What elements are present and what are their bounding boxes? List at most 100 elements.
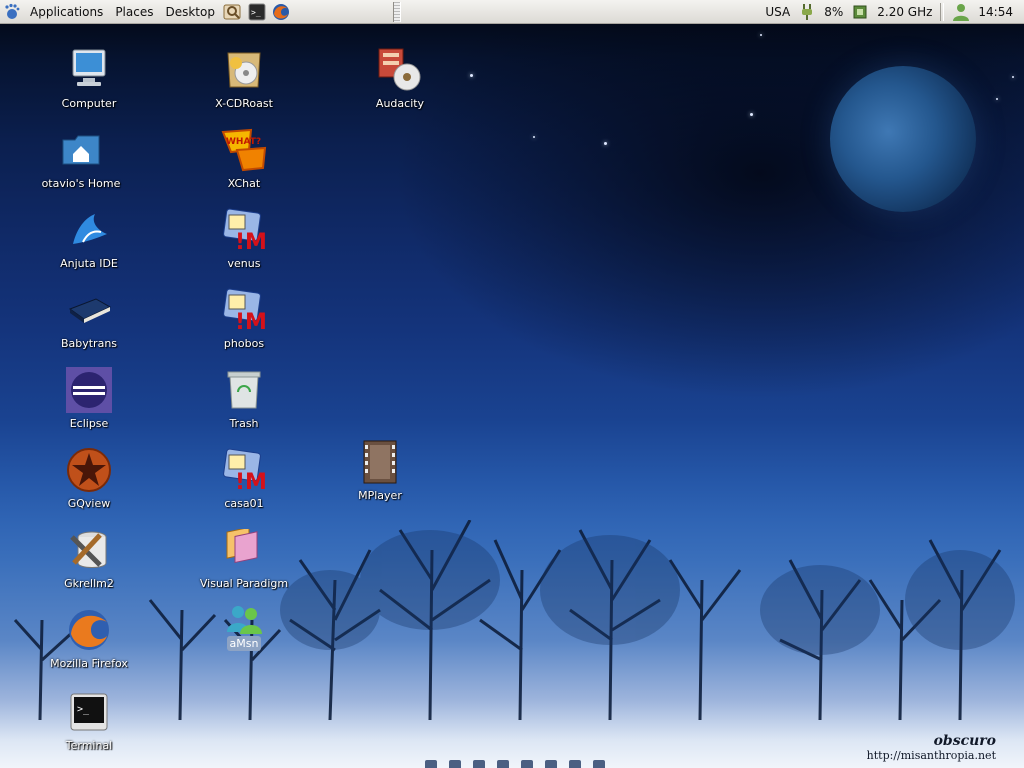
panel-left: Applications Places Desktop >_: [0, 0, 401, 23]
xchat-icon: WHAT?: [220, 126, 268, 174]
desktop-icon-label: Terminal: [65, 739, 113, 752]
star: [604, 142, 607, 145]
desktop-icon-label: aMsn: [226, 636, 262, 651]
terminal-icon: >_: [65, 688, 113, 736]
desktop-icon-audacity[interactable]: Audacity: [345, 46, 455, 111]
remote-desktop-icon: !M: [220, 286, 268, 334]
desktop-icon-label: Audacity: [375, 97, 425, 110]
cpu-frequency[interactable]: 2.20 GHz: [874, 5, 935, 19]
desktop-icon-eclipse[interactable]: Eclipse: [34, 366, 144, 431]
remote-desktop-icon: !M: [220, 206, 268, 254]
desktop-icon-label: Computer: [61, 97, 117, 110]
desktop-icon-label: Trash: [229, 417, 259, 430]
gkrellm-icon: [65, 526, 113, 574]
desktop-icon-label: casa01: [224, 497, 264, 510]
desktop-icon-label: phobos: [223, 337, 265, 350]
svg-text:!M: !M: [235, 230, 267, 253]
mplayer-icon: [356, 438, 404, 486]
desktop-icon-home[interactable]: otavio's Home: [26, 126, 136, 191]
anjuta-ide-icon: [65, 206, 113, 254]
star: [760, 34, 762, 36]
computer-icon: [65, 46, 113, 94]
battery-percentage[interactable]: 8%: [821, 5, 846, 19]
bottom-panel-tray: [425, 760, 665, 768]
desktop-icon-gkrellm[interactable]: Gkrellm2: [34, 526, 144, 591]
bottom-tray-icon[interactable]: [593, 760, 605, 768]
bottom-tray-icon[interactable]: [473, 760, 485, 768]
xcdroast-icon: [220, 46, 268, 94]
firefox-icon[interactable]: [271, 2, 291, 22]
bottom-tray-icon[interactable]: [545, 760, 557, 768]
amsn-icon: [220, 604, 268, 634]
star: [1012, 76, 1014, 78]
star: [533, 136, 535, 138]
star: [996, 98, 998, 100]
menu-desktop[interactable]: Desktop: [159, 1, 221, 23]
desktop-icon-terminal[interactable]: >_ Terminal: [34, 688, 144, 753]
svg-text:>_: >_: [251, 8, 261, 17]
desktop-icon-mplayer[interactable]: MPlayer: [325, 438, 435, 503]
desktop-icon-xcdroast[interactable]: X-CDRoast: [189, 46, 299, 111]
desktop-icon-anjuta[interactable]: Anjuta IDE: [34, 206, 144, 271]
bottom-tray-icon[interactable]: [521, 760, 533, 768]
gqview-icon: [65, 446, 113, 494]
desktop-icon-label: X-CDRoast: [215, 97, 273, 110]
menu-places[interactable]: Places: [109, 1, 159, 23]
desktop-icon-trash[interactable]: Trash: [189, 366, 299, 431]
wallpaper-brand: obscuro: [933, 733, 996, 749]
svg-text:!M: !M: [235, 310, 267, 333]
bottom-tray-icon[interactable]: [449, 760, 461, 768]
visual-paradigm-icon: [220, 526, 268, 574]
desktop-icon-phobos[interactable]: !M phobos: [189, 286, 299, 351]
moon-graphic: [830, 66, 976, 212]
desktop-icon-label: XChat: [227, 177, 261, 190]
menu-applications[interactable]: Applications: [24, 1, 109, 23]
desktop-icon-venus[interactable]: !M venus: [189, 206, 299, 271]
desktop-icon-casa01[interactable]: !M casa01: [189, 446, 299, 511]
panel-drag-handle[interactable]: [392, 1, 401, 22]
bottom-tray-icon[interactable]: [425, 760, 437, 768]
desktop-icon-label: Mozilla Firefox: [50, 657, 128, 670]
keyboard-layout-indicator[interactable]: USA: [762, 5, 793, 19]
search-tool-icon[interactable]: [223, 2, 243, 22]
star: [470, 74, 473, 77]
svg-text:>_: >_: [77, 704, 90, 715]
cpu-chip-icon: [850, 2, 870, 22]
wallpaper-url: http://misanthropia.net: [866, 749, 996, 762]
eclipse-icon: [65, 366, 113, 414]
desktop-screen: Applications Places Desktop >_ USA 8% 2.…: [0, 0, 1024, 768]
svg-text:!M: !M: [235, 470, 267, 493]
desktop-icon-computer[interactable]: Computer: [34, 46, 144, 111]
dictionary-book-icon: [65, 286, 113, 334]
audacity-icon: [376, 46, 424, 94]
desktop-icon-amsn[interactable]: aMsn: [189, 604, 299, 651]
desktop-icon-babytrans[interactable]: Babytrans: [34, 286, 144, 351]
terminal-icon[interactable]: >_: [247, 2, 267, 22]
remote-desktop-icon: !M: [220, 446, 268, 494]
bottom-tray-icon[interactable]: [497, 760, 509, 768]
top-panel: Applications Places Desktop >_ USA 8% 2.…: [0, 0, 1024, 24]
bottom-tray-icon[interactable]: [569, 760, 581, 768]
panel-right: USA 8% 2.20 GHz 14:54: [762, 0, 1024, 23]
desktop-icon-label: venus: [227, 257, 261, 270]
star: [750, 113, 753, 116]
desktop-icon-label: Visual Paradigm: [199, 577, 289, 590]
desktop-icon-label: Babytrans: [60, 337, 118, 350]
winter-trees-graphic: [13, 520, 1015, 721]
gnome-foot-icon[interactable]: [2, 2, 22, 22]
desktop-icon-label: Eclipse: [69, 417, 109, 430]
desktop-icon-visual-paradigm[interactable]: Visual Paradigm: [189, 526, 299, 591]
svg-text:WHAT?: WHAT?: [226, 137, 261, 147]
wallpaper-watermark: obscuro http://misanthropia.net: [867, 733, 996, 762]
desktop-icon-label: MPlayer: [358, 489, 402, 502]
desktop-icon-gqview[interactable]: GQview: [34, 446, 144, 511]
desktop-icon-label: GQview: [67, 497, 111, 510]
desktop-icon-label: Gkrellm2: [64, 577, 114, 590]
desktop-icon-label: Anjuta IDE: [60, 257, 118, 270]
panel-separator: [940, 2, 945, 21]
trash-icon: [220, 366, 268, 414]
user-switcher-icon[interactable]: [951, 2, 971, 22]
clock[interactable]: 14:54: [975, 5, 1016, 19]
desktop-icon-xchat[interactable]: WHAT? XChat: [189, 126, 299, 191]
desktop-icon-firefox[interactable]: Mozilla Firefox: [34, 606, 144, 671]
